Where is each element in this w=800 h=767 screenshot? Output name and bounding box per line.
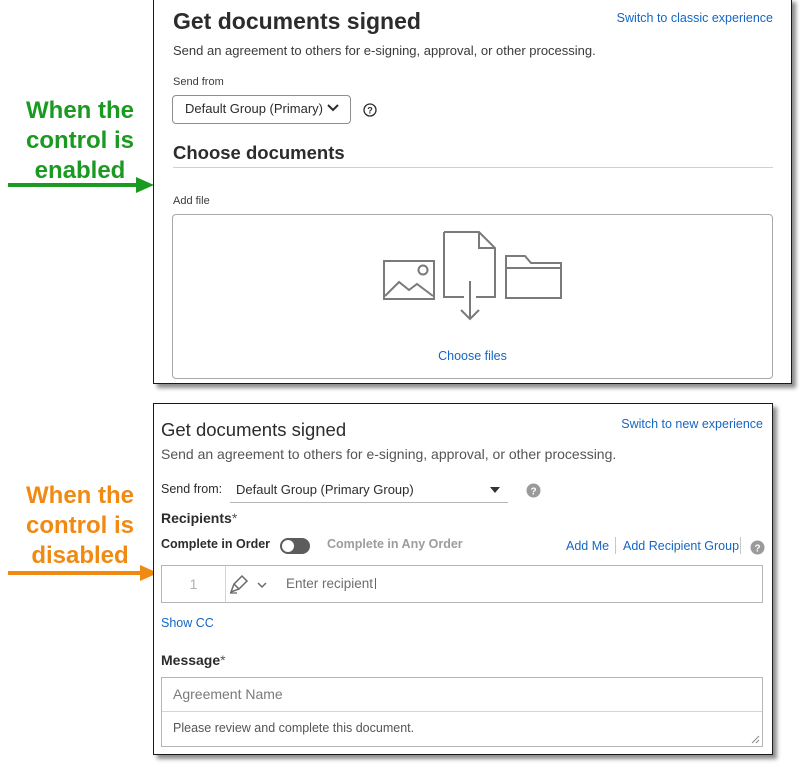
add-file-label: Add file [173, 195, 210, 207]
switch-experience-link[interactable]: Switch to classic experience [617, 11, 773, 25]
recipients-label: Recipients* [161, 510, 237, 526]
choose-documents-heading: Choose documents [173, 142, 345, 163]
add-recipient-group-link[interactable]: Add Recipient Group [623, 539, 739, 553]
resize-handle-icon[interactable] [751, 735, 760, 744]
divider [173, 167, 773, 168]
complete-any-order-label: Complete in Any Order [327, 537, 463, 551]
enabled-callout-line-2: control is [25, 127, 134, 154]
disabled-callout: When the control is disabled [5, 481, 155, 571]
disabled-callout-line-2: control is [25, 512, 134, 539]
pen-icon [229, 574, 249, 594]
page-title: Get documents signed [173, 8, 421, 34]
switch-experience-link[interactable]: Switch to new experience [621, 417, 763, 431]
message-box: Agreement Name Please review and complet… [161, 677, 763, 747]
enabled-panel: Get documents signed Switch to classic e… [153, 0, 792, 384]
chevron-down-icon [257, 582, 267, 589]
help-icon[interactable]: ? [750, 540, 765, 555]
disabled-callout-line-1: When the [26, 482, 134, 509]
help-icon[interactable]: ? [363, 103, 377, 117]
complete-in-order-label: Complete in Order [161, 537, 271, 551]
folder-icon [505, 255, 562, 299]
choose-files-link[interactable]: Choose files [173, 349, 772, 363]
green-arrow-icon [8, 177, 154, 193]
svg-text:?: ? [530, 486, 536, 497]
add-me-link[interactable]: Add Me [566, 539, 609, 553]
enabled-callout-line-1: When the [26, 97, 134, 124]
send-from-value: Default Group (Primary Group) [236, 482, 414, 497]
page-subtitle: Send an agreement to others for e-signin… [161, 446, 617, 462]
recipient-email-input[interactable]: Enter recipient [286, 576, 377, 591]
text-cursor [375, 578, 377, 589]
help-icon[interactable]: ? [526, 483, 541, 498]
recipient-row: 1 Enter recipient [161, 565, 763, 603]
send-from-dropdown[interactable]: Default Group (Primary Group) [230, 477, 508, 503]
caret-down-icon [490, 487, 500, 493]
toggle-knob [282, 540, 294, 552]
send-from-label: Send from: [161, 482, 223, 496]
message-label: Message* [161, 652, 226, 668]
document-upload-icon [443, 231, 496, 321]
orange-arrow-icon [8, 565, 158, 581]
svg-text:?: ? [367, 106, 373, 116]
send-from-value: Default Group (Primary) [185, 101, 323, 116]
svg-text:?: ? [754, 543, 760, 554]
message-body-textarea[interactable]: Please review and complete this document… [173, 721, 414, 735]
divider [740, 537, 741, 554]
recipient-placeholder: Enter recipient [286, 576, 374, 591]
chevron-down-icon [327, 104, 339, 112]
required-mark: * [231, 510, 238, 526]
disabled-panel: Get documents signed Switch to new exper… [153, 403, 773, 755]
required-mark: * [220, 652, 226, 668]
enabled-callout: When the control is enabled [5, 96, 155, 186]
show-cc-link[interactable]: Show CC [161, 616, 214, 630]
image-icon [383, 260, 435, 300]
page-subtitle: Send an agreement to others for e-signin… [173, 43, 596, 58]
agreement-name-input[interactable]: Agreement Name [162, 678, 762, 712]
file-drop-zone[interactable]: Choose files [172, 214, 773, 379]
recipients-label-text: Recipients [161, 510, 232, 526]
send-from-label: Send from [173, 76, 224, 88]
order-toggle[interactable] [280, 538, 310, 554]
send-from-dropdown[interactable]: Default Group (Primary) [172, 95, 351, 124]
message-label-text: Message [161, 652, 221, 668]
signer-role-dropdown[interactable] [229, 574, 267, 599]
page-title: Get documents signed [161, 419, 347, 440]
divider [615, 537, 616, 554]
recipient-order-number: 1 [162, 566, 226, 602]
